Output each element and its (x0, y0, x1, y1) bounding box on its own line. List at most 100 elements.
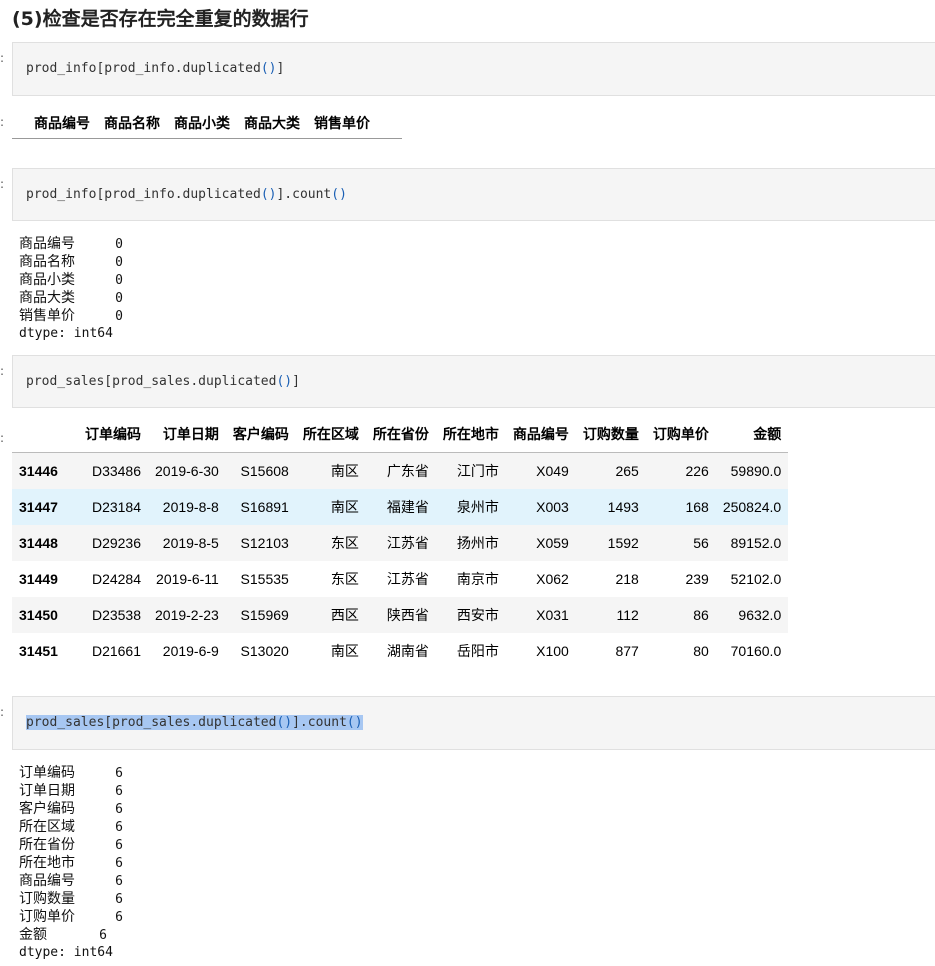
duplicated-rows-table: 订单编码 订单日期 客户编码 所在区域 所在省份 所在地市 商品编号 订购数量 订购单价 金额 3… (12, 416, 789, 669)
series-key: 商品编号 (19, 236, 75, 252)
code-cell-4[interactable]: prod_sales[prod_sales.duplicated()].coun… (12, 696, 935, 750)
table-cell: D21661 (91, 643, 141, 659)
series-row: 所在区域 6 (19, 818, 123, 836)
series-row: 商品大类 0 (19, 289, 123, 307)
series-value: 6 (115, 838, 123, 853)
column-header: 订购数量 (582, 426, 639, 442)
table-cell: 112 (575, 597, 646, 633)
empty-dataframe: 商品编号 商品名称 商品小类 商品大类 销售单价 (27, 112, 377, 134)
table-cell: 265 (575, 452, 646, 489)
table-cell: 2019-6-11 (156, 571, 219, 587)
code-line[interactable]: prod_sales[prod_sales.duplicated()] (26, 374, 300, 389)
column-header: 商品名称 (104, 115, 160, 131)
table-row[interactable]: 31451 D21661 2019-6-9 S13020 南区 湖南省 岳阳市 X100 877… (12, 633, 788, 669)
table-cell: 86 (645, 597, 716, 633)
code-cell-1[interactable]: prod_info[prod_info.duplicated()] (12, 42, 935, 96)
table-cell: 56 (645, 525, 716, 561)
code-cell-2[interactable]: prod_info[prod_info.duplicated()].count(… (12, 168, 935, 221)
table-cell: X059 (505, 525, 576, 561)
row-index: 31448 (12, 525, 78, 561)
code-line[interactable]: prod_info[prod_info.duplicated()] (26, 61, 284, 76)
series-key: 订购数量 (19, 891, 75, 907)
series-output-2: 订单编码 6 订单日期 6 客户编码 6 所在区域 6 所在省份 6 所在地市 6 商品编号 6 订购数量 6… (19, 764, 123, 962)
table-row[interactable]: 31450 D23538 2019-2-23 S15969 西区 陕西省 西安市 X031 11… (12, 597, 789, 633)
series-row: 订购数量 6 (19, 890, 123, 908)
table-cell: 2019-6-30 (148, 452, 226, 489)
output-marker: : (0, 431, 5, 445)
table-row[interactable]: 31446 D33486 2019-6-30 S15608 南区 广东省 江门市 X049 26… (12, 452, 789, 489)
table-cell: 70160.0 (730, 643, 782, 659)
series-row: 客户编码 6 (19, 800, 123, 818)
table-cell: 2019-6-9 (162, 643, 219, 659)
table-cell: 江苏省 (386, 571, 429, 587)
table-cell: 1493 (575, 489, 646, 525)
cell-marker: : (0, 364, 5, 378)
series-key: 订单编码 (19, 765, 75, 781)
cell-marker: : (0, 177, 5, 191)
table-row[interactable]: 31448 D29236 2019-8-5 S12103 东区 江苏省 扬州市 X059 159… (12, 525, 789, 561)
series-output-1: 商品编号 0 商品名称 0 商品小类 0 商品大类 0 销售单价 0 dtype: int64 (19, 235, 123, 343)
series-key: 所在省份 (19, 837, 75, 853)
table-cell: 岳阳市 (456, 643, 499, 659)
table-cell: X003 (505, 489, 576, 525)
table-cell: 湖南省 (386, 643, 429, 659)
table-cell: S15535 (240, 571, 289, 587)
table-cell: 江门市 (435, 452, 506, 489)
table-cell: 陕西省 (365, 597, 436, 633)
cell-marker: : (0, 51, 5, 65)
table-cell: 西安市 (435, 597, 506, 633)
table-cell: X049 (505, 452, 576, 489)
series-value: 0 (115, 273, 123, 288)
code-cell-3[interactable]: prod_sales[prod_sales.duplicated()] (12, 355, 935, 408)
table-cell: D24284 (91, 571, 141, 587)
series-value: 6 (115, 910, 123, 925)
table-cell: 168 (645, 489, 716, 525)
table-cell: 南区 (330, 643, 359, 659)
series-value: 0 (115, 309, 123, 324)
series-row: 订单日期 6 (19, 782, 123, 800)
series-key: 订单日期 (19, 783, 75, 799)
column-header: 商品编号 (34, 115, 90, 131)
column-header: 销售单价 (314, 115, 370, 131)
series-value: 0 (115, 237, 123, 252)
series-row: 所在省份 6 (19, 836, 123, 854)
table-row[interactable]: 31447 D23184 2019-8-8 S16891 南区 福建省 泉州市 X003 149… (12, 489, 789, 525)
series-row: 商品编号 6 (19, 872, 123, 890)
table-cell: 南区 (295, 452, 366, 489)
column-header: 所在省份 (372, 426, 429, 442)
table-cell: D29236 (78, 525, 148, 561)
column-header: 金额 (753, 426, 782, 442)
output-marker: : (0, 115, 5, 129)
table-cell: X031 (505, 597, 576, 633)
section-heading: (5)检查是否存在完全重复的数据行 (12, 8, 309, 30)
table-cell: X100 (536, 643, 569, 659)
column-header: 客户编码 (232, 426, 289, 442)
column-header: 订单编码 (85, 426, 141, 442)
table-row[interactable]: 31449 D24284 2019-6-11 S15535 东区 江苏省 南京市 X062 21… (12, 561, 788, 597)
code-line[interactable]: prod_info[prod_info.duplicated()].count(… (26, 187, 347, 202)
series-key: 商品编号 (19, 873, 75, 889)
series-row: 订购单价 6 (19, 908, 123, 926)
table-cell: 2019-8-5 (148, 525, 226, 561)
series-value: 6 (115, 784, 123, 799)
table-cell: 80 (693, 643, 709, 659)
row-index: 31447 (12, 489, 78, 525)
table-cell: 9632.0 (715, 597, 789, 633)
table-cell: 250824.0 (715, 489, 789, 525)
table-cell: 2019-8-8 (148, 489, 226, 525)
table-cell: D23184 (78, 489, 148, 525)
table-cell: 东区 (295, 525, 366, 561)
series-key: 订购单价 (19, 909, 75, 925)
table-cell: 218 (615, 571, 639, 587)
table-cell: 南区 (295, 489, 366, 525)
series-value: 6 (115, 892, 123, 907)
table-cell: 89152.0 (715, 525, 789, 561)
code-line-selected[interactable]: prod_sales[prod_sales.duplicated()].coun… (26, 715, 363, 730)
series-row: 所在地市 6 (19, 854, 123, 872)
series-key: 商品大类 (19, 290, 75, 306)
series-row: 商品名称 0 (19, 253, 123, 271)
series-row: 商品编号 0 (19, 235, 123, 253)
dtype-line: dtype: int64 (19, 945, 113, 960)
table-cell: 扬州市 (435, 525, 506, 561)
series-key: 销售单价 (19, 308, 75, 324)
